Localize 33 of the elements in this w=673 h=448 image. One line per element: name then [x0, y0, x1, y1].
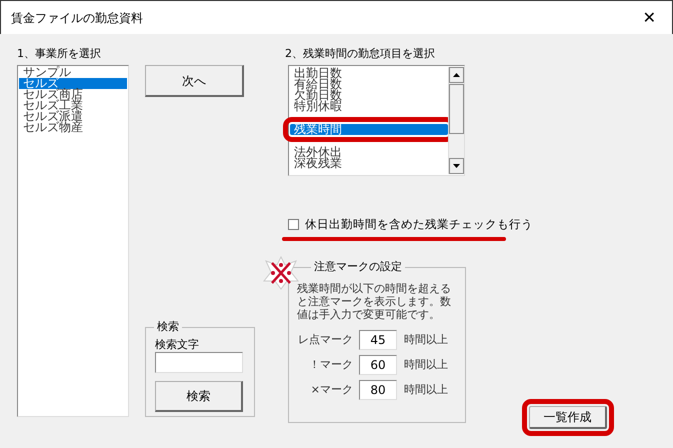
checkbox-label[interactable]: 休日出勤時間を含めた残業チェックも行う	[305, 216, 533, 234]
list-item[interactable]: 欠勤日数	[290, 90, 448, 101]
mark-label: ！マーク	[308, 357, 353, 373]
office-list[interactable]: サンプル セルズ セルズ商店 セルズ工業 セルズ派遣 セルズ物産	[17, 65, 129, 417]
list-item[interactable]: 法外休出	[290, 147, 448, 158]
list-item[interactable]: 特別休暇	[290, 101, 448, 112]
section-label: 2、残業時間の勤怠項目を選択	[285, 47, 436, 61]
list-item[interactable]: 出勤日数	[290, 68, 448, 79]
unit-label: 時間以上	[404, 332, 448, 348]
unit-label: 時間以上	[404, 357, 448, 373]
list-item[interactable]: セルズ	[19, 78, 127, 89]
field-label: 検索文字	[155, 338, 200, 352]
list-item[interactable]: 深夜残業	[290, 158, 448, 169]
hours-field[interactable]: 60	[359, 355, 397, 376]
list-item[interactable]: セルズ工業	[19, 100, 127, 111]
section-label: 1、事業所を選択	[17, 47, 102, 61]
group-title: 注意マークの設定	[311, 260, 405, 274]
mark-label: レ点マーク	[297, 332, 353, 348]
hours-field[interactable]: 45	[359, 330, 397, 350]
window-title: 賃金ファイルの勤怠資料	[11, 10, 143, 26]
unit-label: 時間以上	[404, 382, 448, 398]
list-item[interactable]: サンプル	[19, 67, 127, 78]
list-item[interactable]: セルズ商店	[19, 89, 127, 100]
next-button[interactable]: 次へ	[145, 65, 244, 97]
list-item[interactable]: 有給日数	[290, 79, 448, 90]
list-item[interactable]: セルズ物産	[19, 122, 127, 133]
close-button[interactable]: ✕	[636, 10, 662, 26]
list-item[interactable]: セルズ派遣	[19, 111, 127, 122]
description-text: 残業時間が以下の時間を超えると注意マークを表示します。数値は手入力で変更可能です。	[297, 282, 452, 322]
mark-label: ×マーク	[310, 382, 353, 398]
search-button[interactable]: 検索	[155, 381, 243, 412]
hours-field[interactable]: 80	[359, 380, 397, 400]
group-title: 検索	[154, 320, 182, 334]
